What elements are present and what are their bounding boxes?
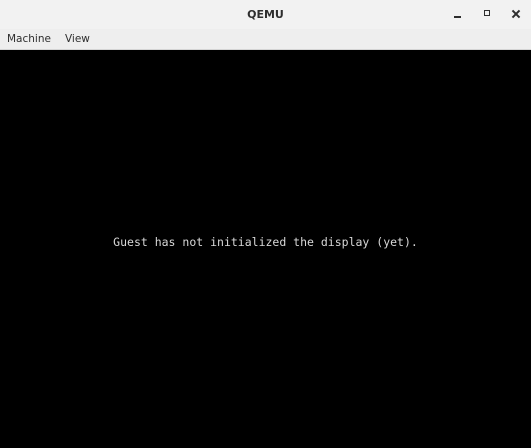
minimize-icon xyxy=(454,16,461,18)
title-bar[interactable]: QEMU xyxy=(0,0,531,29)
close-icon xyxy=(511,9,521,19)
menu-view[interactable]: View xyxy=(58,29,97,49)
display-status-message: Guest has not initialized the display (y… xyxy=(113,235,418,249)
guest-display[interactable]: Guest has not initialized the display (y… xyxy=(0,50,531,448)
maximize-icon xyxy=(484,10,490,16)
minimize-button[interactable] xyxy=(444,0,473,29)
maximize-button[interactable] xyxy=(473,0,502,29)
window-controls xyxy=(444,0,531,29)
menu-bar: Machine View xyxy=(0,29,531,50)
menu-machine[interactable]: Machine xyxy=(0,29,58,49)
close-button[interactable] xyxy=(502,0,531,29)
qemu-window: QEMU Machine View Guest has not initiali… xyxy=(0,0,531,448)
